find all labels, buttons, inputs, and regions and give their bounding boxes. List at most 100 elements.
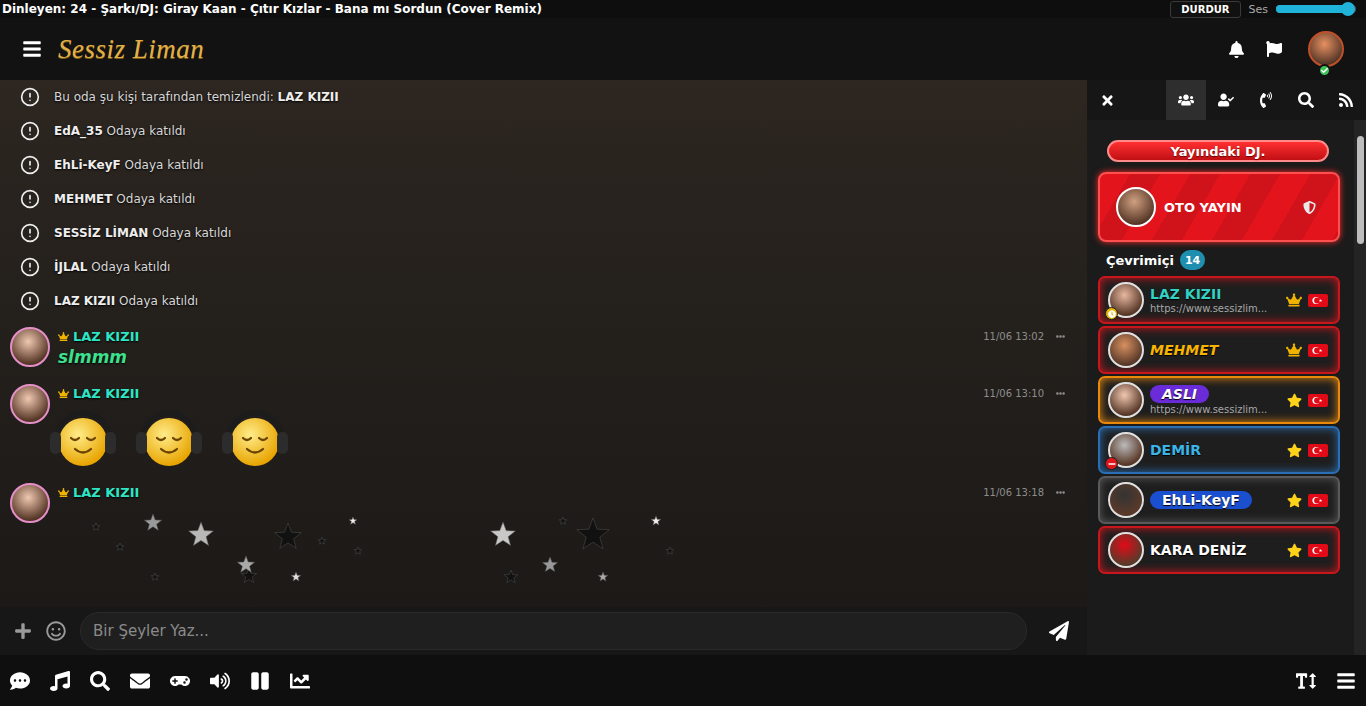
- user-info: MEHMET: [1150, 342, 1280, 358]
- toolbar-button[interactable]: [170, 671, 190, 691]
- users-icon[interactable]: [1178, 92, 1194, 108]
- message-menu[interactable]: [1056, 332, 1065, 341]
- user-avatar[interactable]: [1108, 532, 1144, 568]
- toolbar-button[interactable]: [130, 671, 150, 691]
- turkey-flag-icon: [1308, 494, 1328, 507]
- user-name[interactable]: MEHMET: [1150, 342, 1218, 358]
- user-subtitle: https://www.sessizlim...: [1150, 404, 1267, 415]
- chat-message: LAZ KIZII11/06 13:02slmmm: [0, 327, 1087, 369]
- logo[interactable]: Sessiz Liman: [58, 34, 204, 65]
- feed-icon[interactable]: [1338, 92, 1354, 108]
- user-card[interactable]: LAZ KIZIIhttps://www.sessizlim...: [1098, 276, 1340, 324]
- volume-slider[interactable]: [1276, 5, 1356, 13]
- text-size-icon[interactable]: [1296, 671, 1316, 691]
- panel-tab[interactable]: [1166, 80, 1206, 120]
- send-button[interactable]: [1049, 621, 1069, 641]
- sender-name[interactable]: LAZ KIZII: [73, 485, 139, 500]
- sender-avatar[interactable]: [10, 327, 50, 367]
- user-card[interactable]: ASLIhttps://www.sessizlim...: [1098, 376, 1340, 424]
- pause-icon[interactable]: [250, 671, 270, 691]
- dj-shield: [1303, 201, 1316, 214]
- user-avatar-wrap: [1108, 432, 1144, 468]
- user-card[interactable]: MEHMET: [1098, 326, 1340, 374]
- user-info: DEMİR: [1150, 442, 1281, 458]
- menu-icon[interactable]: [1336, 671, 1356, 691]
- chat-icon[interactable]: [10, 671, 30, 691]
- sender-name[interactable]: LAZ KIZII: [73, 386, 139, 401]
- user-name[interactable]: LAZ KIZII: [1150, 286, 1221, 302]
- flag-icon[interactable]: [1266, 41, 1282, 57]
- search-icon[interactable]: [90, 671, 110, 691]
- menu-button[interactable]: [20, 39, 44, 59]
- profile-avatar[interactable]: [1308, 31, 1344, 67]
- more-icon[interactable]: [1056, 332, 1065, 341]
- hamburger-icon[interactable]: [22, 39, 42, 59]
- toolbar-button[interactable]: [1336, 671, 1356, 691]
- calls-icon[interactable]: [1258, 92, 1274, 108]
- user-panel: Yayındaki DJ.OTO YAYINÇevrimiçi14LAZ KIZ…: [1087, 120, 1354, 655]
- scrollbar-thumb[interactable]: [1357, 136, 1364, 244]
- system-message: SESSİZ LİMAN Odaya katıldı: [0, 216, 1087, 250]
- sender-avatar[interactable]: [10, 483, 50, 523]
- more-icon[interactable]: [1056, 488, 1065, 497]
- toolbar-button[interactable]: [50, 671, 70, 691]
- toolbar-button[interactable]: [90, 671, 110, 691]
- toolbar-button[interactable]: [210, 671, 230, 691]
- user-name[interactable]: ASLI: [1150, 385, 1209, 403]
- alert-icon: [20, 87, 40, 107]
- plus-icon[interactable]: [14, 622, 32, 640]
- message-menu[interactable]: [1056, 389, 1065, 398]
- close-icon[interactable]: [1100, 93, 1115, 108]
- panel-tab[interactable]: [1246, 80, 1286, 120]
- notifications-button[interactable]: [1224, 41, 1248, 58]
- mail-icon[interactable]: [130, 671, 150, 691]
- message-input[interactable]: [80, 612, 1027, 650]
- emoji-button[interactable]: [46, 621, 66, 641]
- toolbar-button[interactable]: [1296, 671, 1316, 691]
- user-info: EhLi-KeyF: [1150, 491, 1281, 509]
- toolbar-button[interactable]: [290, 671, 310, 691]
- sender-name[interactable]: LAZ KIZII: [73, 329, 139, 344]
- volume-icon[interactable]: [210, 671, 230, 691]
- user-avatar[interactable]: [1108, 482, 1144, 518]
- bell-icon[interactable]: [1228, 41, 1245, 58]
- user-avatar[interactable]: [1108, 382, 1144, 418]
- report-button[interactable]: [1262, 41, 1286, 57]
- search-icon[interactable]: [1298, 92, 1314, 108]
- panel-tab[interactable]: [1326, 80, 1366, 120]
- user-card[interactable]: DEMİR: [1098, 426, 1340, 474]
- more-icon[interactable]: [1056, 389, 1065, 398]
- friends-icon[interactable]: [1218, 92, 1234, 108]
- user-card[interactable]: KARA DENİZ: [1098, 526, 1340, 574]
- online-count: 14: [1180, 250, 1205, 270]
- user-card[interactable]: EhLi-KeyF: [1098, 476, 1340, 524]
- music-icon[interactable]: [50, 671, 70, 691]
- send-icon[interactable]: [1049, 621, 1069, 641]
- message-body: LAZ KIZII11/06 13:02slmmm: [58, 327, 1065, 369]
- message-menu[interactable]: [1056, 488, 1065, 497]
- user-name[interactable]: KARA DENİZ: [1150, 542, 1246, 558]
- sender-avatar[interactable]: [10, 384, 50, 424]
- headphone-smiley-icon: [46, 404, 120, 468]
- chart-icon[interactable]: [290, 671, 310, 691]
- volume-knob[interactable]: [1341, 2, 1355, 16]
- dj-card[interactable]: OTO YAYIN: [1098, 172, 1340, 242]
- stop-button[interactable]: DURDUR: [1170, 1, 1240, 18]
- scrollbar[interactable]: [1354, 120, 1366, 655]
- attach-button[interactable]: [14, 622, 32, 640]
- smile-icon[interactable]: [46, 621, 66, 641]
- user-name[interactable]: DEMİR: [1150, 442, 1201, 458]
- dj-avatar[interactable]: [1116, 187, 1156, 227]
- gamepad-icon[interactable]: [170, 671, 190, 691]
- panel-tab[interactable]: [1286, 80, 1326, 120]
- toolbar-button[interactable]: [250, 671, 270, 691]
- check-icon: [1321, 67, 1328, 74]
- user-avatar[interactable]: [1108, 332, 1144, 368]
- profile[interactable]: [1308, 31, 1344, 67]
- user-name[interactable]: EhLi-KeyF: [1150, 491, 1252, 509]
- toolbar-button[interactable]: [10, 671, 30, 691]
- close-button[interactable]: [1087, 80, 1127, 120]
- user-avatar-wrap: [1108, 382, 1144, 418]
- panel-tab[interactable]: [1206, 80, 1246, 120]
- message-time: 11/06 13:02: [983, 331, 1044, 342]
